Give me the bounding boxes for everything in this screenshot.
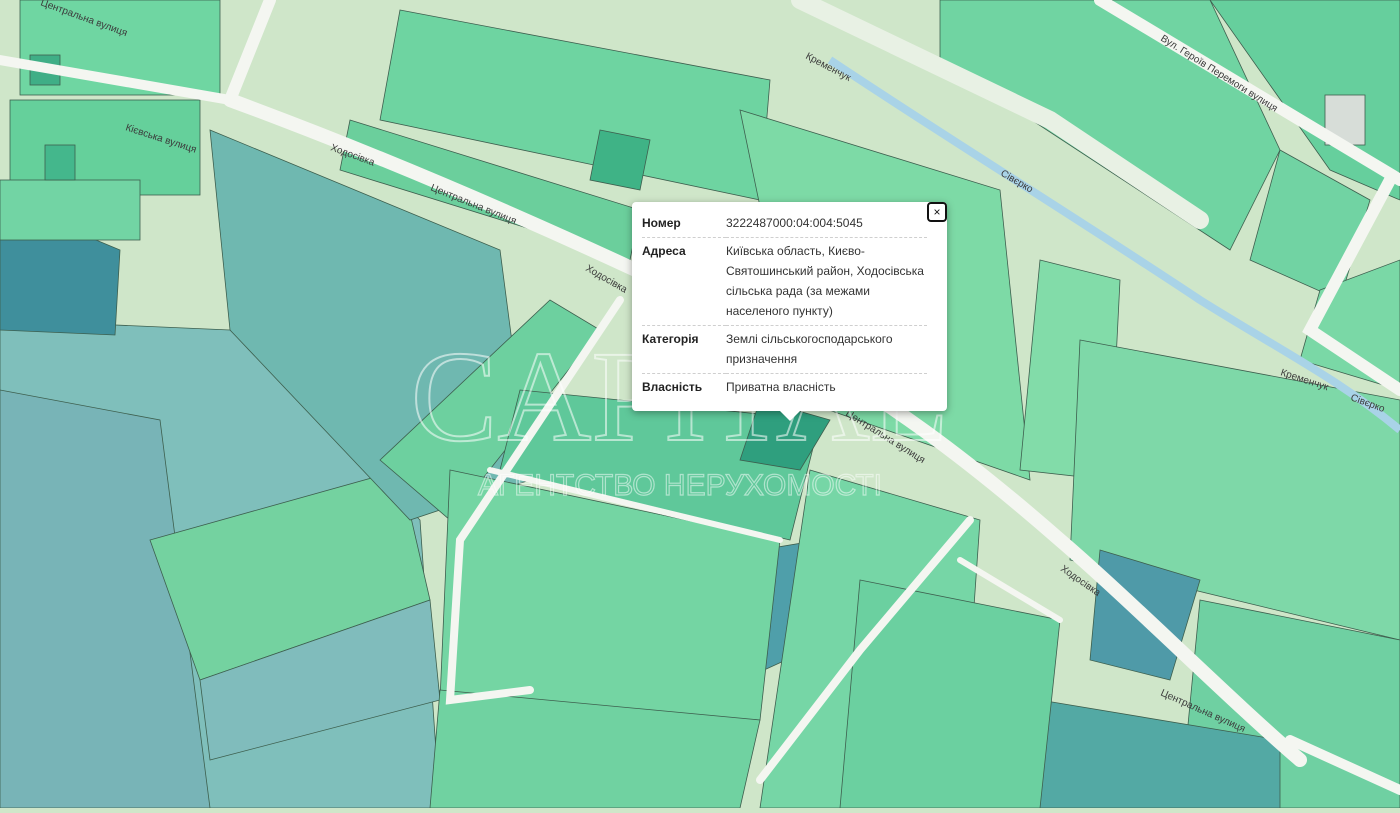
land-parcel[interactable] — [839, 579, 1061, 809]
info-row-address: Адреса Київська область, Києво-Святошинс… — [642, 237, 927, 326]
info-key: Адреса — [642, 237, 726, 326]
info-key: Категорія — [642, 325, 726, 374]
info-value: Київська область, Києво-Святошинський ра… — [726, 237, 927, 326]
land-parcel[interactable] — [589, 129, 651, 191]
info-row-category: Категорія Землі сільськогосподарського п… — [642, 325, 927, 374]
info-row-number: Номер 3222487000:04:004:5045 — [642, 210, 927, 238]
close-icon: × — [933, 205, 941, 219]
info-row-ownership: Власність Приватна власність — [642, 374, 927, 402]
info-key: Номер — [642, 210, 726, 238]
info-value: 3222487000:04:004:5045 — [726, 210, 927, 238]
info-value: Приватна власність — [726, 380, 836, 394]
close-button[interactable]: × — [927, 202, 947, 222]
land-parcel[interactable] — [44, 144, 76, 181]
info-value: Землі сільськогосподарського призначення — [726, 325, 927, 374]
parcel-info-table: Номер 3222487000:04:004:5045 Адреса Київ… — [642, 210, 927, 401]
parcel-info-popup: × Номер 3222487000:04:004:5045 Адреса Ки… — [632, 202, 947, 421]
info-key: Власність — [642, 380, 703, 394]
land-parcel[interactable] — [0, 179, 141, 241]
